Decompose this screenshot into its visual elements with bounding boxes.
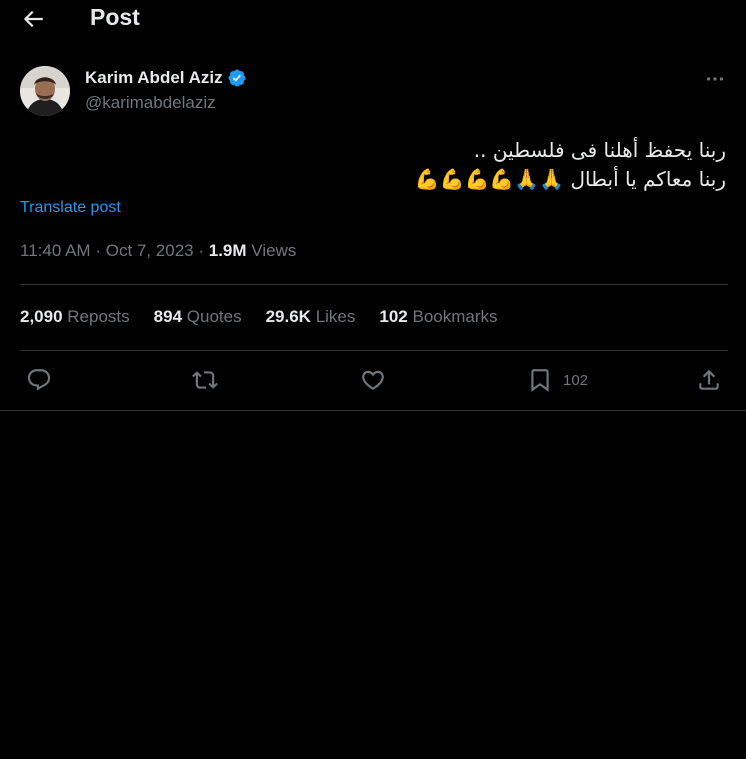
post-meta: 11:40 AM · Oct 7, 2023 · 1.9M Views [20, 241, 296, 261]
share-button[interactable] [696, 366, 722, 394]
views-count[interactable]: 1.9M [209, 241, 247, 260]
display-name[interactable]: Karim Abdel Aziz [85, 68, 223, 88]
more-options-icon[interactable] [704, 68, 726, 90]
like-button[interactable] [360, 366, 386, 394]
user-handle[interactable]: @karimabdelaziz [85, 93, 216, 113]
repost-icon [192, 371, 218, 389]
post-time[interactable]: 11:40 AM [20, 241, 91, 260]
meta-separator: · [95, 241, 101, 260]
quotes-label: Quotes [186, 307, 242, 326]
bookmark-count: 102 [563, 371, 589, 389]
reply-icon [27, 369, 51, 391]
back-arrow-icon[interactable] [20, 6, 46, 32]
top-bar: Post [0, 0, 746, 40]
likes-stat[interactable]: 29.6K Likes [266, 307, 356, 327]
reposts-count: 2,090 [20, 307, 63, 326]
bookmark-icon [531, 369, 549, 392]
post-text-line-1: ربنا يحفظ أهلنا فى فلسطين .. [473, 138, 726, 162]
likes-count: 29.6K [265, 307, 311, 326]
meta-separator: · [198, 241, 205, 260]
bookmarks-stat[interactable]: 102 Bookmarks [379, 307, 497, 327]
bookmarks-count: 102 [379, 307, 408, 326]
divider [20, 350, 728, 351]
reposts-label: Reposts [67, 307, 130, 326]
name-row: Karim Abdel Aziz [85, 68, 247, 88]
divider [20, 284, 728, 285]
post-text: ربنا يحفظ أهلنا فى فلسطين .. ربنا معاكم … [20, 136, 726, 194]
reposts-stat[interactable]: 2,090 Reposts [20, 307, 130, 327]
reply-button[interactable] [26, 366, 52, 394]
translate-post-link[interactable]: Translate post [20, 199, 121, 217]
bookmarks-label: Bookmarks [412, 307, 498, 326]
share-icon [699, 369, 719, 390]
post-date[interactable]: Oct 7, 2023 [106, 241, 194, 260]
bookmark-button[interactable]: 102 [527, 366, 588, 394]
repost-button[interactable] [192, 366, 218, 394]
page-title: Post [90, 4, 140, 30]
divider [0, 410, 746, 411]
likes-label: Likes [315, 307, 356, 326]
verified-badge-icon[interactable] [227, 68, 247, 88]
post-text-line-2: ربنا معاكم يا أبطال 🙏🙏💪💪💪💪 [20, 165, 726, 194]
post-author: Karim Abdel Aziz @karimabdelaziz [20, 66, 726, 120]
post-text-line-2-words: ربنا معاكم يا أبطال [570, 167, 726, 191]
action-bar: 102 [20, 364, 728, 396]
emoji-row: 🙏🙏💪💪💪💪 [414, 167, 565, 191]
heart-icon [362, 370, 384, 390]
quotes-stat[interactable]: 894 Quotes [154, 307, 242, 327]
avatar[interactable] [20, 66, 70, 116]
engagement-stats: 2,090 Reposts 894 Quotes 29.6K Likes 102… [20, 307, 522, 327]
views-label: Views [251, 241, 297, 260]
quotes-count: 894 [153, 307, 183, 326]
